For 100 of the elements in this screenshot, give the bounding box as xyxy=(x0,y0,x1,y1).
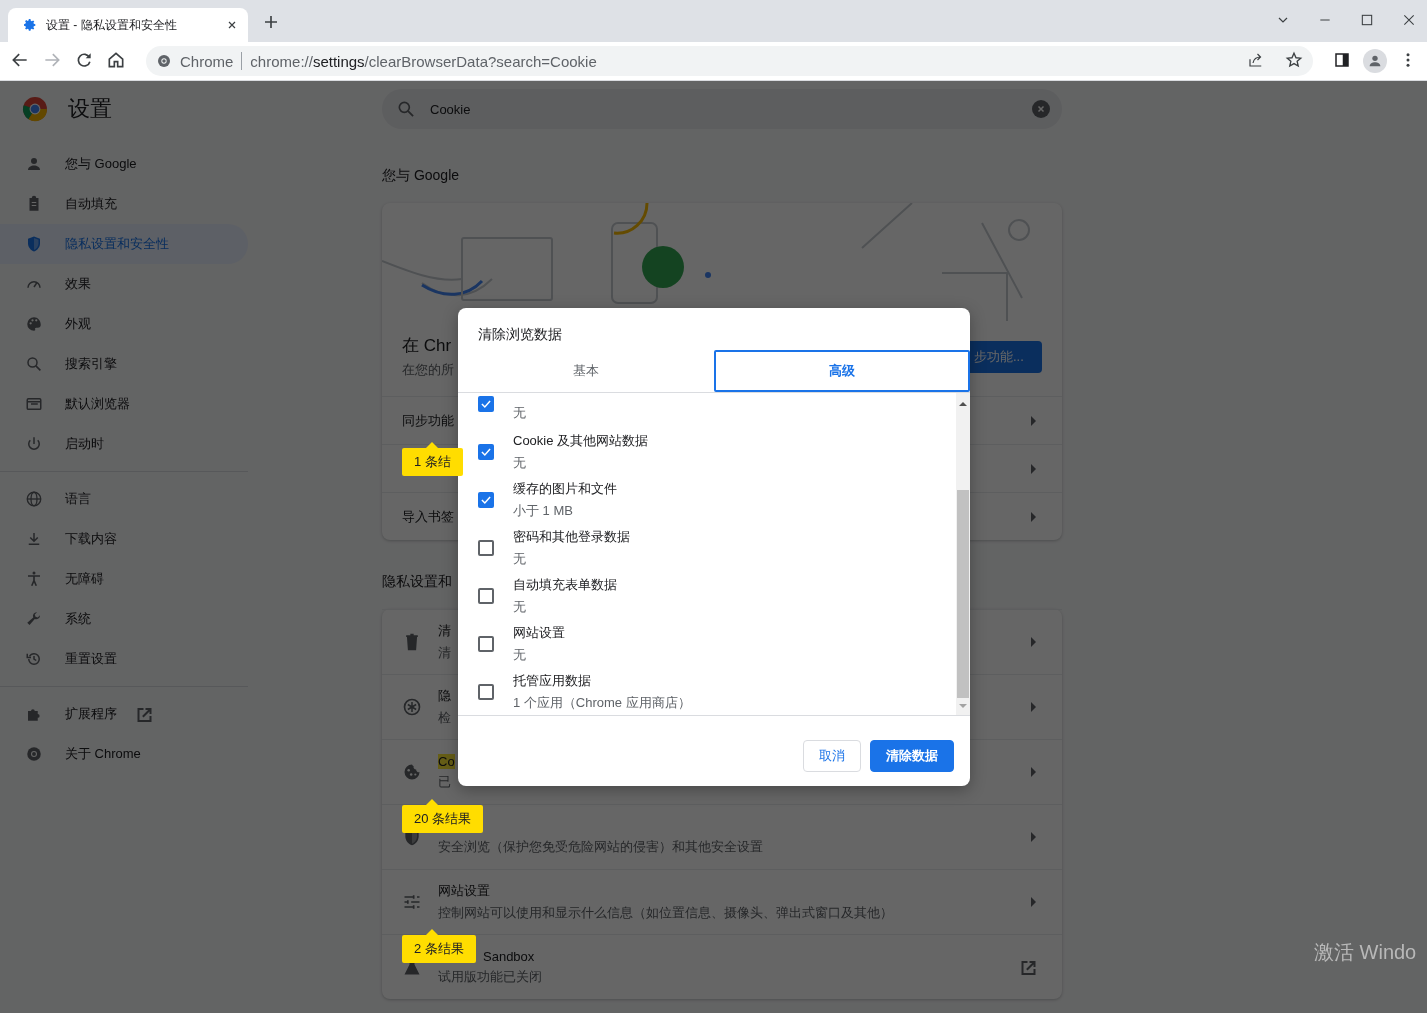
option-detail: 无 xyxy=(513,454,527,472)
chrome-icon xyxy=(25,745,43,763)
row-title: 隐 xyxy=(438,687,451,705)
gear-icon xyxy=(22,17,38,33)
site-label: Chrome xyxy=(180,52,234,70)
promo-heading: 在 Chr xyxy=(402,335,452,357)
close-icon xyxy=(1035,103,1047,115)
chevron-right-icon xyxy=(1031,511,1036,522)
tab-title: 设置 - 隐私设置和安全性 xyxy=(46,16,178,34)
row-title: Co xyxy=(438,753,455,769)
chevron-right-icon xyxy=(1031,702,1036,712)
external-link-icon[interactable] xyxy=(137,706,152,722)
row-title: 同步功能 xyxy=(402,411,454,430)
option-detail: 小于 1 MB xyxy=(513,502,574,520)
plus-icon[interactable] xyxy=(262,13,280,31)
sidebar-item[interactable]: 扩展程序 xyxy=(0,694,248,734)
sidebar-item[interactable]: 启动时 xyxy=(0,424,248,464)
globe-icon xyxy=(25,490,43,508)
option-detail: 无 xyxy=(513,598,527,616)
row-subtitle: 清 xyxy=(438,644,451,662)
promo-subtitle: 在您的所 xyxy=(402,361,454,379)
row-subtitle: 安全浏览（保护您免受危险网站的侵害）和其他安全设置 xyxy=(438,837,763,856)
clear-data-button[interactable]: 清除数据 xyxy=(870,740,954,772)
sidebar-item[interactable]: 外观 xyxy=(0,304,248,344)
sidebar-item[interactable]: 重置设置 xyxy=(0,639,248,679)
option-label: Cookie 及其他网站数据 xyxy=(513,432,649,450)
activation-notice: 激活 Windo xyxy=(1314,941,1417,963)
option-detail: 无 xyxy=(513,550,527,568)
side-panel-icon[interactable] xyxy=(1333,50,1351,69)
safety-check-icon xyxy=(402,697,422,717)
sync-button[interactable]: 步功能... xyxy=(970,340,1042,373)
checkbox[interactable] xyxy=(478,396,494,412)
sidebar-item[interactable]: 下载内容 xyxy=(0,519,248,559)
chevron-right-icon xyxy=(1031,832,1036,842)
chevron-right-icon xyxy=(1031,897,1036,907)
search-icon xyxy=(396,99,416,119)
search-icon xyxy=(25,355,43,373)
row-title: 网站设置 xyxy=(438,882,490,900)
page-title: 设置 xyxy=(68,95,112,123)
option-label: 缓存的图片和文件 xyxy=(513,480,617,498)
row-subtitle: 试用版功能已关闭 xyxy=(438,967,542,986)
sliders-icon xyxy=(402,892,422,912)
row-subtitle: 检 xyxy=(438,709,451,727)
restore-icon xyxy=(25,650,43,668)
external-link-icon[interactable] xyxy=(1021,959,1036,975)
row-title: 清 xyxy=(438,622,451,640)
browser-window-icon xyxy=(25,395,43,413)
chrome-logo-icon xyxy=(22,96,48,122)
option-detail: 1 个应用（Chrome 应用商店） xyxy=(513,694,691,712)
chevron-right-icon xyxy=(1031,415,1036,426)
address-bar[interactable]: Chrome chrome://settings/clearBrowserData?search=Cookie xyxy=(146,46,1313,76)
dialog-title: 清除浏览数据 xyxy=(477,325,563,344)
person-icon xyxy=(25,155,43,173)
sidebar-item[interactable]: 隐私设置和安全性 xyxy=(0,224,248,264)
sidebar-item[interactable]: 您与 Google xyxy=(0,144,248,184)
url-text: chrome://settings/clearBrowserData?search=Cookie xyxy=(250,52,598,70)
sidebar-item[interactable]: 默认浏览器 xyxy=(0,384,248,424)
checkbox[interactable] xyxy=(478,444,494,460)
sidebar-item[interactable]: 效果 xyxy=(0,264,248,304)
search-field[interactable]: Cookie xyxy=(382,89,1062,129)
section-title: 隐私设置和 xyxy=(382,573,452,591)
sidebar-item[interactable]: 系统 xyxy=(0,599,248,639)
option-label: 托管应用数据 xyxy=(513,672,592,690)
close-icon[interactable] xyxy=(1401,12,1417,28)
option-label: 网站设置 xyxy=(513,624,565,642)
checkbox[interactable] xyxy=(478,588,494,604)
sidebar-item[interactable]: 关于 Chrome xyxy=(0,734,248,774)
star-icon[interactable] xyxy=(1285,50,1303,69)
shield-icon xyxy=(25,235,43,253)
checkbox[interactable] xyxy=(478,492,494,508)
power-icon xyxy=(25,435,43,453)
chrome-icon xyxy=(156,53,172,69)
person-icon xyxy=(1367,53,1383,69)
sidebar-item[interactable]: 无障碍 xyxy=(0,559,248,599)
cancel-button[interactable]: 取消 xyxy=(803,740,861,772)
sidebar-item[interactable]: 语言 xyxy=(0,479,248,519)
checkbox[interactable] xyxy=(478,684,494,700)
option-label: 自动填充表单数据 xyxy=(513,576,617,594)
checkbox[interactable] xyxy=(478,540,494,556)
section-title: 您与 Google xyxy=(382,167,460,185)
sidebar-item[interactable]: 自动填充 xyxy=(0,184,248,224)
row-title: 导入书签 xyxy=(402,507,454,526)
avatar-button[interactable] xyxy=(1363,49,1387,73)
clear-search-button[interactable] xyxy=(1032,100,1050,118)
checkbox[interactable] xyxy=(478,636,494,652)
maximize-icon[interactable] xyxy=(1359,12,1375,28)
wrench-icon xyxy=(25,610,43,628)
chevron-right-icon xyxy=(1031,767,1036,777)
sidebar-item[interactable]: 搜索引擎 xyxy=(0,344,248,384)
chevron-right-icon xyxy=(1031,463,1036,474)
browser-tab[interactable]: 设置 - 隐私设置和安全性 xyxy=(8,8,248,42)
option-label: 密码和其他登录数据 xyxy=(513,528,630,546)
close-icon[interactable] xyxy=(226,19,238,31)
cookie-icon xyxy=(402,762,422,782)
row-subtitle: 已 xyxy=(438,772,451,791)
chevron-right-icon xyxy=(1031,637,1036,647)
dialog-tab[interactable]: 高级 xyxy=(714,350,970,392)
option-detail: 无 xyxy=(513,646,527,664)
accessibility-icon xyxy=(25,570,43,588)
scrollbar[interactable] xyxy=(956,393,970,715)
